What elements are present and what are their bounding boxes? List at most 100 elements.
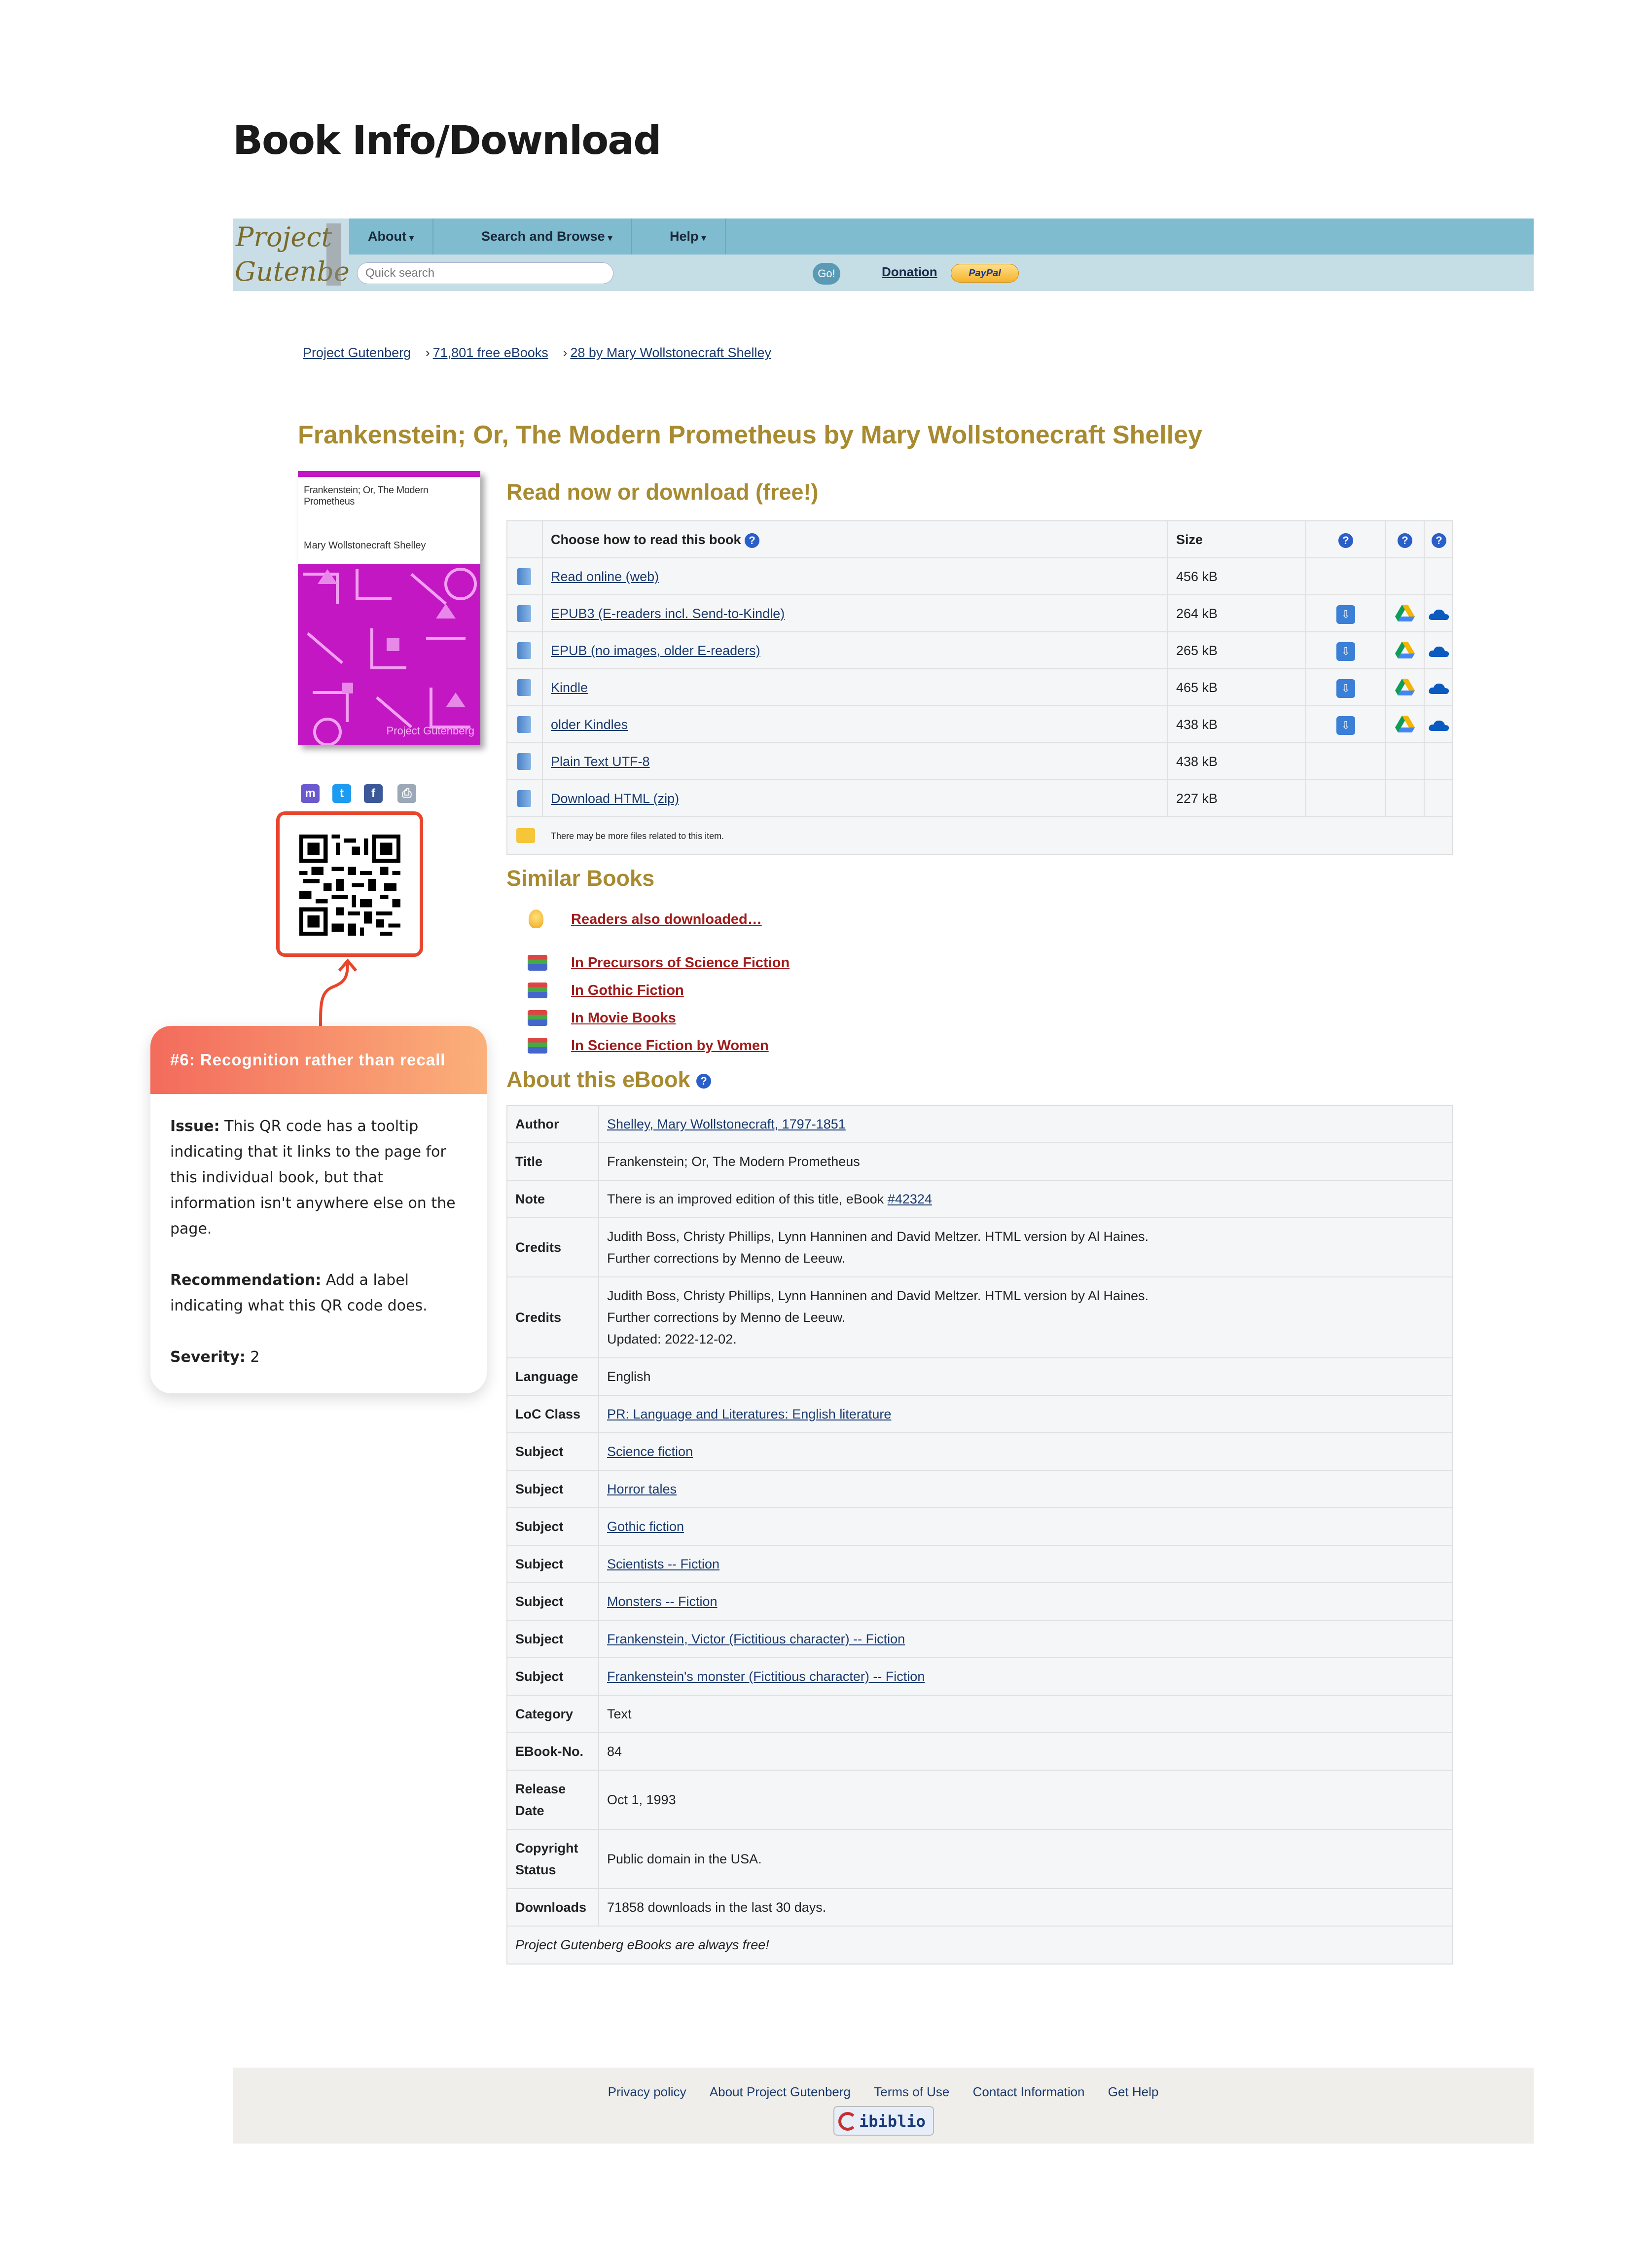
help-icon[interactable]: ? (1398, 533, 1412, 548)
google-drive-icon[interactable] (1395, 716, 1415, 733)
about-value: Oct 1, 1993 (607, 1792, 676, 1807)
footer-link-privacy[interactable]: Privacy policy (608, 2084, 686, 2099)
about-key: Subject (507, 1471, 599, 1507)
about-row: Subject Gothic fiction (507, 1508, 1452, 1546)
about-row: Downloads 71858 downloads in the last 30 … (507, 1889, 1452, 1927)
about-value: Further corrections by Menno de Leeuw. (607, 1310, 846, 1325)
download-link[interactable]: Download HTML (zip) (551, 791, 679, 806)
dropbox-icon[interactable]: ⇩ (1336, 716, 1355, 735)
download-row: older Kindles 438 kB ⇩ (507, 706, 1452, 743)
mastodon-icon[interactable]: m (301, 784, 320, 803)
breadcrumb-home[interactable]: Project Gutenberg (303, 345, 411, 360)
about-key: Subject (507, 1658, 599, 1695)
file-size: 265 kB (1168, 632, 1306, 669)
project-gutenberg-logo[interactable]: Project Gutenberg (233, 218, 349, 291)
about-value: Updated: 2022-12-02. (607, 1332, 737, 1347)
books-icon (528, 983, 547, 998)
free-note: Project Gutenberg eBooks are always free… (515, 1937, 769, 1952)
about-value[interactable]: Shelley, Mary Wollstonecraft, 1797-1851 (607, 1113, 1452, 1135)
books-icon (528, 1010, 547, 1026)
site-header: Project Gutenberg About▾ Search and Brow… (233, 218, 1534, 291)
quick-search-input[interactable] (357, 262, 613, 284)
dropbox-icon[interactable]: ⇩ (1336, 679, 1355, 698)
about-key: Copyright Status (507, 1830, 599, 1888)
google-drive-icon[interactable] (1395, 642, 1415, 659)
onedrive-icon[interactable] (1428, 681, 1450, 695)
about-value: 71858 downloads in the last 30 days. (607, 1900, 826, 1915)
nav-search-and-browse[interactable]: Search and Browse ▾ (463, 218, 632, 255)
download-row: Download HTML (zip) 227 kB (507, 780, 1452, 817)
download-link[interactable]: EPUB (no images, older E-readers) (551, 643, 760, 658)
help-icon[interactable]: ? (1338, 533, 1353, 548)
download-link[interactable]: Read online (web) (551, 569, 659, 584)
footer-link-contact[interactable]: Contact Information (973, 2084, 1085, 2099)
go-button[interactable]: Go! (813, 263, 840, 285)
twitter-icon[interactable]: t (332, 784, 351, 803)
help-icon[interactable]: ? (745, 533, 760, 548)
caret-down-icon: ▾ (701, 233, 706, 243)
donation-link[interactable]: Donation (882, 264, 937, 280)
caret-down-icon: ▾ (608, 233, 612, 243)
about-value: Public domain in the USA. (607, 1852, 762, 1866)
about-value[interactable]: Frankenstein, Victor (Fictitious charact… (607, 1628, 1452, 1650)
about-value: English (607, 1369, 651, 1384)
facebook-icon[interactable]: f (364, 784, 383, 803)
about-value[interactable]: Gothic fiction (607, 1516, 1452, 1537)
book-icon (517, 716, 531, 733)
books-icon (528, 1038, 547, 1054)
paypal-button[interactable]: PayPal (951, 264, 1019, 283)
download-link[interactable]: Plain Text UTF-8 (551, 754, 650, 769)
about-value[interactable]: Scientists -- Fiction (607, 1553, 1452, 1575)
download-link[interactable]: Kindle (551, 680, 588, 695)
about-value[interactable]: PR: Language and Literatures: English li… (607, 1403, 1452, 1425)
main-nav: About ▾ Search and Browse ▾ Help ▾ (349, 218, 1534, 255)
about-value: Judith Boss, Christy Phillips, Lynn Hann… (607, 1229, 1149, 1244)
dropbox-icon[interactable]: ⇩ (1336, 642, 1355, 661)
onedrive-icon[interactable] (1428, 644, 1450, 658)
download-row: Plain Text UTF-8 438 kB (507, 743, 1452, 780)
about-table: Author Shelley, Mary Wollstonecraft, 1797… (506, 1105, 1453, 1965)
callout-connector (319, 958, 358, 1027)
nav-help[interactable]: Help ▾ (651, 218, 726, 255)
qr-code[interactable] (299, 835, 400, 936)
about-key: Title (507, 1143, 599, 1180)
about-value[interactable]: Horror tales (607, 1478, 1452, 1500)
onedrive-icon[interactable] (1428, 607, 1450, 621)
about-value: Further corrections by Menno de Leeuw. (607, 1251, 846, 1266)
download-link[interactable]: older Kindles (551, 717, 628, 732)
breadcrumb-author[interactable]: 28 by Mary Wollstonecraft Shelley (570, 345, 771, 360)
google-drive-icon[interactable] (1395, 679, 1415, 696)
about-row: Language English (507, 1358, 1452, 1396)
about-key: Author (507, 1106, 599, 1142)
about-key: LoC Class (507, 1396, 599, 1432)
issue-text: This QR code has a tooltip indicating th… (170, 1118, 456, 1238)
print-icon[interactable]: ⎙ (397, 784, 416, 803)
improved-edition-link[interactable]: #42324 (888, 1192, 932, 1206)
ibiblio-logo[interactable]: ibiblio (833, 2106, 934, 2136)
about-value[interactable]: Science fiction (607, 1441, 1452, 1462)
about-row: Credits Judith Boss, Christy Phillips, Ly… (507, 1218, 1452, 1277)
help-icon[interactable]: ? (696, 1074, 711, 1089)
breadcrumb-count[interactable]: 71,801 free eBooks (433, 345, 548, 360)
file-size: 465 kB (1168, 669, 1306, 706)
help-icon[interactable]: ? (1432, 533, 1446, 548)
about-value[interactable]: Monsters -- Fiction (607, 1591, 1452, 1612)
google-drive-icon[interactable] (1395, 605, 1415, 622)
about-row: Category Text (507, 1696, 1452, 1733)
dropbox-icon[interactable]: ⇩ (1336, 605, 1355, 624)
about-row: Release Date Oct 1, 1993 (507, 1771, 1452, 1830)
file-size: 227 kB (1168, 780, 1306, 817)
footer-link-terms[interactable]: Terms of Use (874, 2084, 949, 2099)
footer-link-help[interactable]: Get Help (1108, 2084, 1159, 2099)
about-value[interactable]: Frankenstein's monster (Fictitious chara… (607, 1666, 1452, 1687)
footer-link-about[interactable]: About Project Gutenberg (710, 2084, 851, 2099)
nav-about[interactable]: About ▾ (349, 218, 434, 255)
file-size: 438 kB (1168, 743, 1306, 780)
caret-down-icon: ▾ (409, 233, 414, 243)
onedrive-icon[interactable] (1428, 718, 1450, 732)
about-row: Note There is an improved edition of this… (507, 1181, 1452, 1218)
book-icon (517, 753, 531, 770)
book-icon (517, 642, 531, 659)
download-link[interactable]: EPUB3 (E-readers incl. Send-to-Kindle) (551, 606, 785, 621)
about-key: Downloads (507, 1889, 599, 1926)
